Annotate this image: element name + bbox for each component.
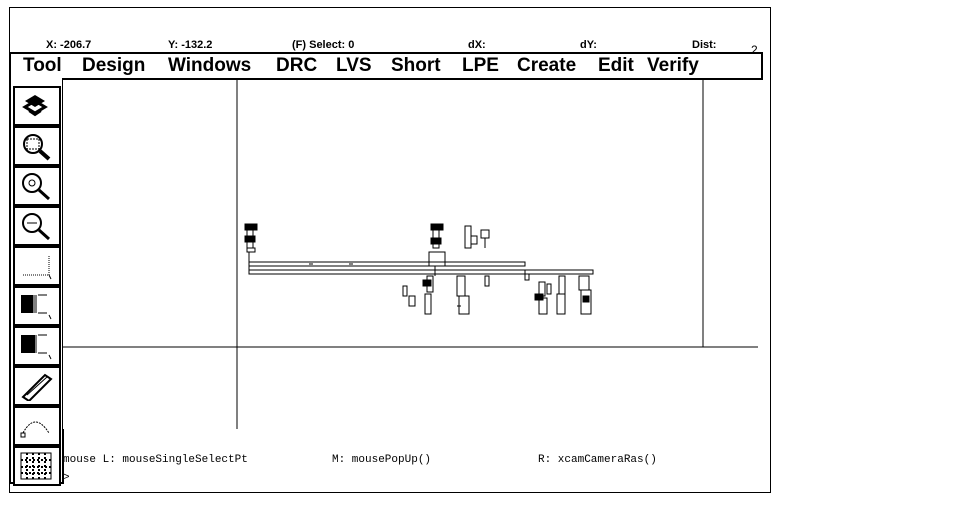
zoom-fit-tool-button[interactable]	[13, 126, 61, 166]
layout-canvas[interactable]	[63, 80, 758, 429]
zoom-out-tool-button[interactable]	[13, 206, 61, 246]
select-area-icon	[23, 255, 52, 280]
layer-fill-tool-button[interactable]	[13, 326, 61, 366]
menu-lvs[interactable]: LVS	[336, 55, 372, 77]
redraw-tool-button[interactable]	[13, 86, 61, 126]
menu-create[interactable]: Create	[517, 55, 576, 77]
menu-bar: Tool Design Windows DRC LVS Short LPE Cr…	[9, 52, 763, 80]
layer-stack-tool-button[interactable]	[13, 286, 61, 326]
redraw-icon	[22, 95, 48, 117]
layer-fill-icon	[21, 334, 52, 360]
dist-readout: Dist:	[692, 39, 717, 51]
menu-short[interactable]: Short	[391, 55, 441, 77]
grid-tool-button[interactable]	[13, 446, 61, 486]
arc-icon	[20, 421, 50, 438]
dy-readout: dY:	[580, 39, 597, 51]
ruler-icon	[21, 373, 53, 401]
menu-verify[interactable]: Verify	[647, 55, 699, 77]
ruler-tool-button[interactable]	[13, 366, 61, 406]
tool-palette	[9, 78, 64, 486]
zoom-in-tool-button[interactable]	[13, 166, 61, 206]
mouse-left-binding: mouse L: mouseSingleSelectPt	[63, 454, 248, 466]
select-count: (F) Select: 0	[292, 39, 355, 51]
menu-tool[interactable]: Tool	[23, 55, 62, 77]
layer-stack-icon	[21, 294, 52, 320]
command-prompt[interactable]: >	[63, 472, 70, 484]
menu-drc[interactable]: DRC	[276, 55, 317, 77]
command-line: mouse L: mouseSingleSelectPt M: mousePop…	[63, 443, 753, 484]
arc-tool-button[interactable]	[13, 406, 61, 446]
menu-design[interactable]: Design	[82, 55, 145, 77]
menu-edit[interactable]: Edit	[598, 55, 634, 77]
mouse-middle-binding: M: mousePopUp()	[332, 454, 432, 466]
zoom-out-icon	[22, 213, 51, 241]
select-area-tool-button[interactable]	[13, 246, 61, 286]
circuit-layout	[244, 223, 594, 315]
mouse-right-binding: R: xcamCameraRas()	[538, 454, 657, 466]
grid-icon	[20, 452, 52, 480]
zoom-in-icon	[22, 173, 51, 201]
menu-lpe[interactable]: LPE	[462, 55, 499, 77]
zoom-fit-icon	[23, 134, 51, 161]
cursor-x-readout: X: -206.7	[46, 39, 92, 51]
menu-windows[interactable]: Windows	[168, 55, 251, 77]
cursor-y-readout: Y: -132.2	[168, 39, 213, 51]
dx-readout: dX:	[468, 39, 486, 51]
